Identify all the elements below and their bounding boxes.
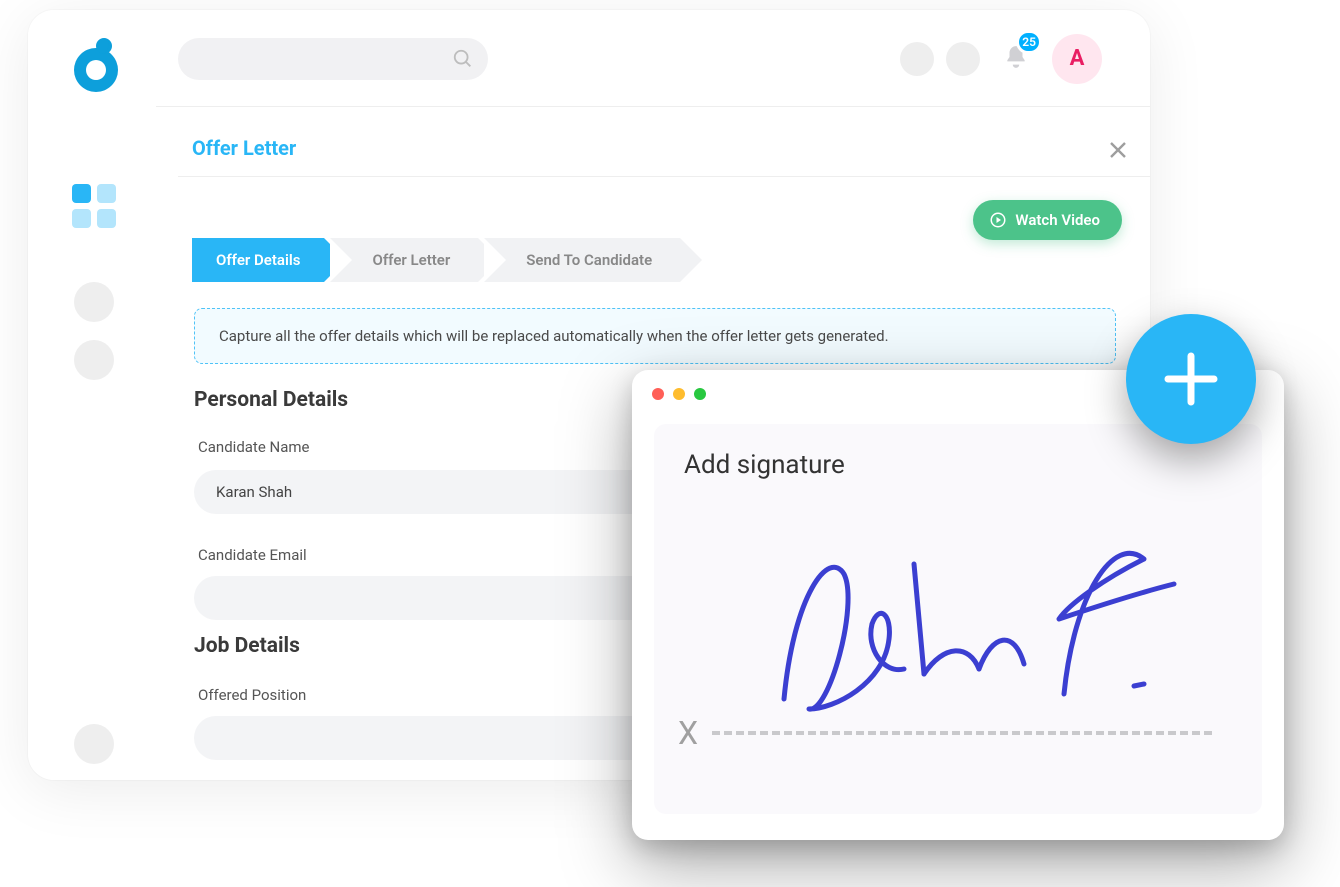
sidebar-item-dashboard[interactable] [72, 184, 116, 228]
label-offered-position: Offered Position [198, 686, 306, 704]
play-circle-icon [989, 211, 1007, 229]
input-value: Karan Shah [216, 483, 292, 501]
sidebar-item-placeholder[interactable] [74, 282, 114, 322]
label-candidate-email: Candidate Email [198, 546, 307, 564]
signature-x-marker: X [678, 714, 698, 752]
add-fab-button[interactable] [1126, 314, 1256, 444]
notification-badge: 25 [1016, 30, 1042, 54]
signature-baseline: X [678, 714, 1238, 752]
sidebar-item-placeholder[interactable] [74, 340, 114, 380]
header-action-placeholder[interactable] [946, 42, 980, 76]
traffic-light-close-icon[interactable] [652, 388, 664, 400]
sidebar [28, 10, 156, 780]
step-label: Offer Details [216, 251, 300, 269]
step-label: Send To Candidate [526, 251, 652, 269]
dashboard-tile-icon [72, 209, 91, 228]
dashboard-tile-icon [97, 209, 116, 228]
label-candidate-name: Candidate Name [198, 438, 309, 456]
search-icon [452, 48, 474, 70]
divider [178, 176, 1150, 177]
step-offer-letter[interactable]: Offer Letter [330, 238, 478, 282]
dashboard-tile-icon [72, 184, 91, 203]
page-header: Offer Letter [178, 106, 1150, 176]
close-icon [1108, 140, 1128, 160]
step-send-to-candidate[interactable]: Send To Candidate [484, 238, 680, 282]
info-banner: Capture all the offer details which will… [194, 308, 1116, 364]
signature-panel: Add signature X [654, 424, 1262, 814]
app-logo-icon [68, 36, 124, 92]
sidebar-item-placeholder[interactable] [74, 724, 114, 764]
plus-icon [1162, 350, 1220, 408]
close-button[interactable] [1108, 140, 1128, 160]
header-action-placeholder[interactable] [900, 42, 934, 76]
window-controls [652, 388, 706, 400]
traffic-light-minimize-icon[interactable] [673, 388, 685, 400]
notifications-button[interactable]: 25 [1000, 40, 1032, 76]
signature-drawing[interactable] [774, 534, 1204, 724]
section-heading-personal: Personal Details [194, 388, 348, 412]
search-input[interactable] [178, 38, 488, 80]
step-offer-details[interactable]: Offer Details [192, 238, 324, 282]
traffic-light-zoom-icon[interactable] [694, 388, 706, 400]
step-label: Offer Letter [372, 251, 450, 269]
dashboard-tile-icon [97, 184, 116, 203]
avatar[interactable]: A [1052, 34, 1102, 84]
info-text: Capture all the offer details which will… [219, 327, 889, 345]
signature-title: Add signature [684, 450, 845, 480]
signature-dashed-line [712, 731, 1212, 735]
section-heading-job: Job Details [194, 634, 300, 658]
watch-video-button[interactable]: Watch Video [973, 200, 1122, 240]
wizard-steps: Offer Details Offer Letter Send To Candi… [192, 238, 680, 282]
page-title: Offer Letter [192, 136, 296, 160]
watch-video-label: Watch Video [1015, 211, 1100, 229]
top-bar: 25 A [156, 10, 1150, 107]
